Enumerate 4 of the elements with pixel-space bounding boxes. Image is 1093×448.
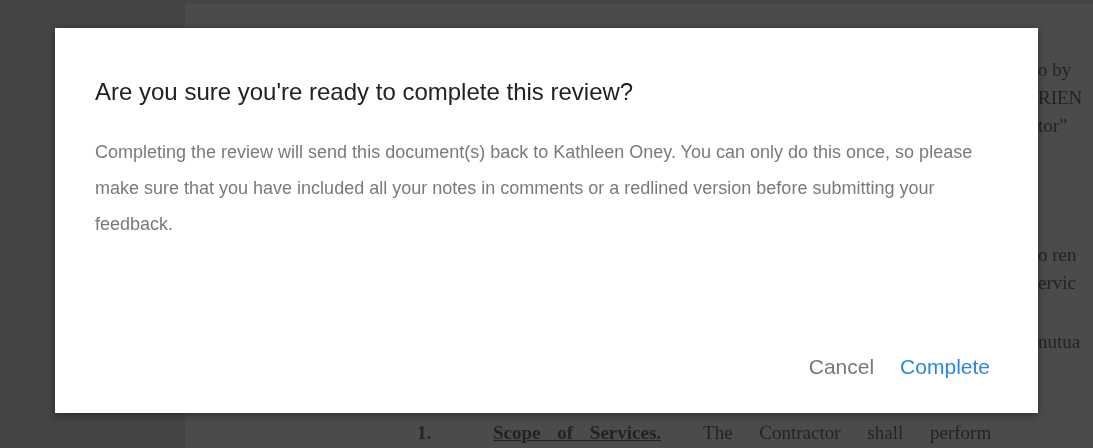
dialog-message: Completing the review will send this document(s) back to Kathleen Oney. You can only do this once, so please make sure that you have included all your notes in comments or a redlined version before submitting your feedback. <box>95 141 974 236</box>
dialog-title: Are you sure you're ready to complete this review? <box>95 78 635 106</box>
cancel-button[interactable]: Cancel <box>800 351 883 383</box>
complete-button[interactable]: Complete <box>892 351 998 383</box>
